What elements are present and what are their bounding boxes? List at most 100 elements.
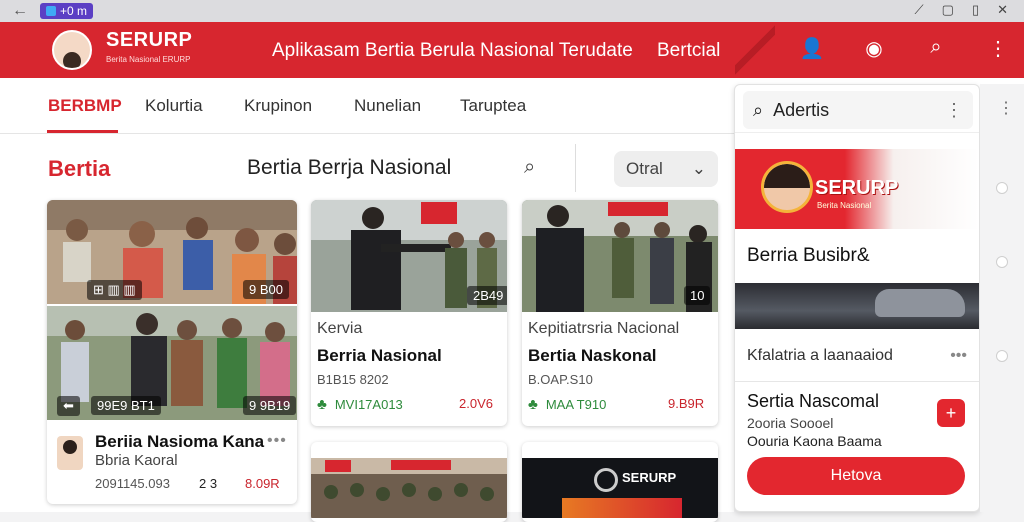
primary-button[interactable]: Hetova [747,457,965,495]
window-controls: ⟋ ▢ ▯ ✕ [915,2,1008,18]
stat-value: 9.B9R [668,396,705,411]
car-image [735,283,979,329]
app-subtitle[interactable]: Bertcial [657,40,720,62]
card-title: Bertia Naskonal [528,346,657,365]
card-title: Berria Nasional [317,346,442,365]
app-title: Aplikasam Bertia Berula Nasional Terudat… [272,40,633,61]
photo-label: 99E9 BT1 [91,396,161,415]
news-photo: SERURP [522,458,718,518]
chevron-down-icon: ⌄ [691,159,706,178]
search-icon[interactable]: ⌕ [922,36,950,61]
stat-count: 2 3 [199,476,218,491]
restore-icon[interactable]: ▢ [942,2,954,18]
card-stat: ♣ MVI17A013 [317,396,403,413]
search-icon: ⌕ [753,99,764,120]
search-input[interactable]: ⌕ Adertis ⋮ [743,91,973,129]
card-stat: 8.09R [245,476,280,491]
card-subtitle: Bbria Kaoral [95,452,178,469]
photo-label: ⊞ ▥ ▥ [87,280,142,300]
news-card[interactable]: ⊞ ▥ ▥ 9 B00 ⬅ 99E9 BT1 9 9B19 Beriia Nas… [47,200,297,504]
tab-4[interactable]: Taruptea [460,96,526,116]
side-search: ⌕ Adertis ⋮ [735,85,979,133]
news-photo: 2B49 [311,200,507,312]
divider [735,381,979,382]
card-title: Beriia Nasioma Kana [95,432,265,451]
news-line: 2ooria Soooel [747,415,834,431]
card-meta: B.OAP.S10 [528,372,593,387]
more-vertical-icon[interactable]: ⋮ [945,100,963,121]
brand-name: SERURP Berita Nasional ERURP [106,30,192,70]
more-vertical-icon[interactable]: ⋮ [984,36,1012,61]
status-chip-text: +0 m [60,4,88,18]
active-tab-indicator [47,130,118,133]
news-card[interactable] [311,442,507,522]
news-line: Oouria Kaona Baama [747,433,882,449]
banner-strip [562,498,682,518]
divider [575,144,576,192]
search-icon[interactable]: ⌕ [524,156,535,179]
leaf-icon: ♣ [317,396,327,413]
leaf-icon: ♣ [528,396,538,413]
side-headline: Berria Busibr& [747,245,870,266]
copy-icon[interactable]: ▯ [972,2,979,18]
brand-title: SERURP [106,29,193,51]
banner-subtitle: Berita Nasional [817,201,872,210]
card-stat: 9.B9R [668,396,704,411]
tab-3[interactable]: Nunelian [354,96,421,116]
avatar[interactable] [52,30,92,70]
news-photo: ⊞ ▥ ▥ 9 B00 [47,200,297,304]
side-row-label: Kfalatria a laanaaiod [747,347,893,364]
promo-banner[interactable]: SERURP Berita Nasional [735,149,979,229]
app-icon [46,6,56,16]
news-photo [311,458,507,518]
card-kicker: Kepitiatrsria Nacional [528,320,680,337]
status-bar: ← +0 m ⟋ ▢ ▯ ✕ [0,0,1024,22]
search-text: Adertis [773,99,830,120]
card-meta: B1B15 8202 [317,372,389,387]
card-stat: 2 3 [199,476,217,491]
more-options-icon[interactable]: ••• [950,347,967,365]
brand-logo[interactable]: SERURP Berita Nasional ERURP [52,30,192,70]
card-meta: 2091145.093 [95,476,170,491]
radio-indicator[interactable] [996,350,1008,362]
main-content: Bertia Bertia Berrja Nasional ⌕ Otral ⌄ … [0,134,734,522]
add-button[interactable]: + [937,399,965,427]
news-card[interactable]: SERURP [522,442,718,522]
radio-indicator[interactable] [996,182,1008,194]
back-arrow-icon[interactable]: ← [0,2,40,20]
profile-icon[interactable]: 👤 [798,36,826,61]
photo-label: SERURP [622,470,677,485]
tab-2[interactable]: Krupinon [244,96,312,116]
news-photo: ⬅ 99E9 BT1 9 9B19 [47,306,297,420]
stat-count: MAA T910 [545,397,607,412]
card-stat: 2.0V6 [459,396,493,411]
news-photo: 10 [522,200,718,312]
stat-count: MVI17A013 [334,397,403,412]
filter-select-value: Otral [626,159,663,178]
section-heading: Bertia Berrja Nasional [247,156,452,179]
zoom-icon[interactable]: ◉ [860,36,888,61]
filter-select[interactable]: Otral ⌄ [614,151,718,187]
news-card[interactable]: 2B49 Kervia Berria Nasional B1B15 8202 ♣… [311,200,507,426]
pin-icon[interactable]: ⟋ [915,2,924,18]
right-rail: ⋮ [980,84,1024,512]
photo-count: 9 B00 [243,280,289,299]
photo-count: 10 [684,286,711,305]
card-stat: ♣ MAA T910 [528,396,606,413]
share-icon[interactable]: ⬅ [57,396,80,416]
section-title: Bertia [48,156,111,181]
more-options-icon[interactable]: ••• [267,432,287,450]
stat-value: 8.09R [245,476,280,491]
close-icon[interactable]: ✕ [997,2,1008,18]
author-avatar [57,436,83,470]
tab-0[interactable]: BERBMP [48,96,122,116]
more-vertical-icon[interactable]: ⋮ [998,98,1014,118]
status-chip: +0 m [40,3,94,19]
avatar [761,161,813,213]
radio-indicator[interactable] [996,256,1008,268]
tab-1[interactable]: Kolurtia [145,96,203,116]
banner-logo: SERURP [815,177,899,199]
news-card[interactable]: 10 Kepitiatrsria Nacional Bertia Naskona… [522,200,718,426]
card-kicker: Kervia [317,320,363,337]
brand-subtitle: Berita Nasional ERURP [106,55,191,64]
